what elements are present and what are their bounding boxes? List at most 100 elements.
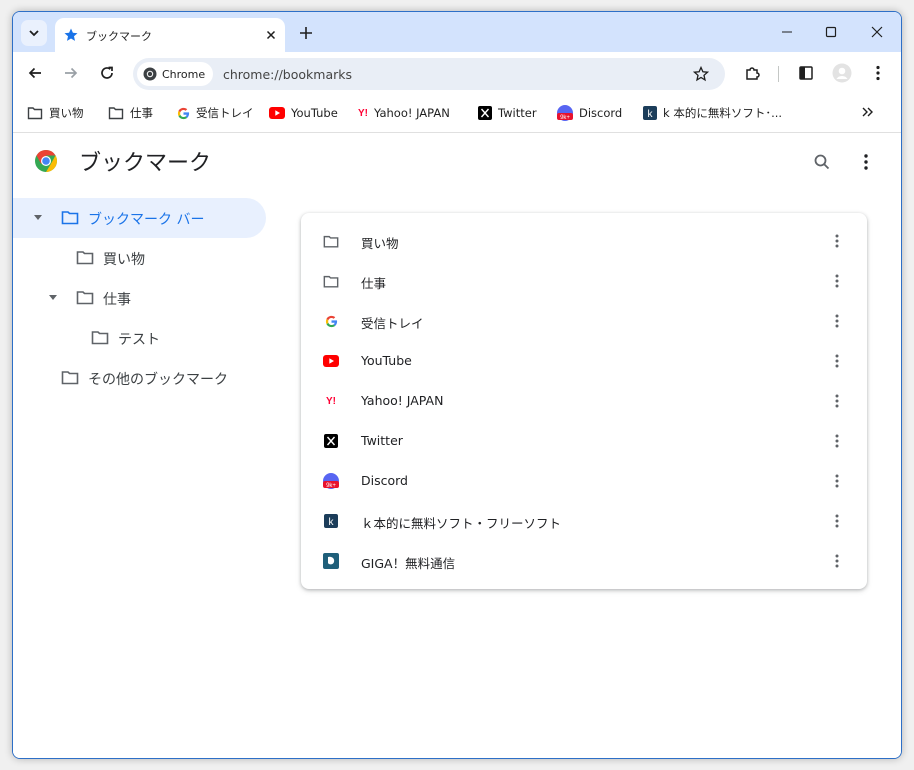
bookmarks-bar-label: 買い物 (49, 106, 84, 120)
bookmark-star-icon[interactable] (693, 66, 709, 82)
yahoo-icon: Y! (326, 395, 336, 407)
folder-open-icon (61, 210, 79, 225)
google-icon (323, 313, 339, 329)
bookmarks-bar-item[interactable]: Y! Yahoo! JAPAN (358, 104, 450, 122)
more-vert-icon[interactable] (831, 393, 843, 409)
more-vert-icon[interactable] (831, 513, 843, 529)
omnibox[interactable]: Chrome chrome://bookmarks (133, 58, 725, 90)
tree-item-label: 仕事 (103, 292, 131, 308)
list-item[interactable]: 仕事 (301, 261, 867, 301)
folder-icon (108, 106, 124, 120)
folder-icon (323, 273, 339, 289)
list-item-label: 仕事 (361, 276, 387, 291)
list-item-label: YouTube (361, 353, 412, 368)
x-icon (478, 106, 492, 120)
more-vert-icon[interactable] (831, 273, 843, 289)
bookmark-list: 買い物 仕事 受信トレイ YouTube Y! Yahoo! JAPAN Twi… (301, 213, 867, 589)
bookmarks-bar-item[interactable]: 買い物 (27, 104, 84, 122)
bookmarks-bar-label: k 本的に無料ソフト･... (663, 106, 783, 120)
more-vert-icon[interactable] (831, 353, 843, 369)
list-item[interactable]: YouTube (301, 341, 867, 381)
close-tab-icon[interactable] (263, 27, 279, 43)
tree-item-test[interactable]: テスト (13, 318, 266, 358)
tree-item-label: テスト (118, 332, 160, 348)
tab-title: ブックマーク (86, 30, 152, 43)
side-panel-icon[interactable] (795, 62, 817, 84)
folder-icon (76, 290, 94, 305)
list-item-label: ｋ本的に無料ソフト・フリーソフト (361, 516, 562, 531)
list-item-label: 受信トレイ (361, 316, 424, 331)
bookmarks-bar-item[interactable]: k k 本的に無料ソフト･... (643, 104, 782, 122)
forward-icon[interactable] (60, 62, 82, 84)
list-item[interactable]: 9k+ Discord (301, 461, 867, 501)
bookmarks-bar-label: 仕事 (130, 106, 153, 120)
more-vert-icon[interactable] (831, 473, 843, 489)
site-chip-label: Chrome (162, 67, 206, 81)
more-vert-icon[interactable] (831, 233, 843, 249)
k-icon: k (323, 513, 339, 529)
site-chip[interactable]: Chrome (137, 62, 214, 86)
list-item-label: GIGA！無料通信 (361, 556, 456, 571)
back-icon[interactable] (24, 62, 46, 84)
bookmarks-bar: 買い物 仕事 受信トレイ YouTube Y! Yahoo! JAPAN Twi… (13, 94, 901, 133)
tab-bookmarks[interactable]: ブックマーク (55, 18, 285, 52)
new-tab-icon[interactable] (297, 24, 315, 42)
reload-icon[interactable] (96, 62, 118, 84)
tab-search-button[interactable] (21, 20, 47, 46)
list-item[interactable]: Twitter (301, 421, 867, 461)
bookmarks-bar-item[interactable]: 仕事 (108, 104, 153, 122)
k-icon: k (643, 106, 657, 120)
list-item[interactable]: Y! Yahoo! JAPAN (301, 381, 867, 421)
browser-window: ブックマーク Chrome chrome://bookmarks 買い物 仕事 … (12, 11, 902, 759)
menu-more-icon[interactable] (867, 62, 889, 84)
x-icon (323, 433, 339, 449)
tree-item-other-bookmarks[interactable]: その他のブックマーク (13, 358, 266, 398)
discord-icon: 9k+ (557, 105, 573, 121)
bookmarks-bar-item[interactable]: Twitter (478, 104, 537, 122)
list-item[interactable]: k ｋ本的に無料ソフト・フリーソフト (301, 501, 867, 541)
star-icon (63, 27, 79, 43)
tab-strip: ブックマーク (13, 12, 901, 52)
discord-icon: 9k+ (323, 473, 339, 489)
list-item-label: Discord (361, 473, 408, 488)
list-item[interactable]: GIGA！無料通信 (301, 541, 867, 581)
folder-icon (323, 233, 339, 249)
bookmarks-bar-item[interactable]: 9k+ Discord (557, 104, 622, 122)
bookmarks-bar-label: Twitter (498, 106, 537, 120)
search-icon[interactable] (813, 153, 831, 171)
bookmarks-bar-item[interactable]: 受信トレイ (177, 104, 254, 122)
bookmarks-page: ブックマーク ブックマーク バー 買い物 仕事 テスト その他のブックマーク 買… (13, 133, 901, 758)
extensions-icon[interactable] (742, 62, 764, 84)
tree-item-work[interactable]: 仕事 (13, 278, 266, 318)
giga-icon (323, 553, 339, 569)
chevron-overflow-icon[interactable] (861, 106, 875, 118)
caret-down-icon[interactable] (33, 214, 43, 222)
chrome-logo-icon (34, 149, 58, 173)
caret-down-icon[interactable] (48, 294, 58, 302)
toolbar: Chrome chrome://bookmarks (13, 52, 901, 94)
more-vert-icon[interactable] (831, 433, 843, 449)
svg-text:9k+: 9k+ (560, 115, 570, 121)
more-vert-icon[interactable] (831, 313, 843, 329)
more-vert-icon[interactable] (831, 553, 843, 569)
page-title: ブックマーク (79, 151, 212, 176)
profile-avatar-icon[interactable] (831, 62, 853, 84)
bookmarks-bar-label: 受信トレイ (196, 106, 254, 120)
tree-item-label: その他のブックマーク (88, 372, 228, 388)
bookmarks-bar-item[interactable]: YouTube (269, 104, 338, 122)
list-item[interactable]: 受信トレイ (301, 301, 867, 341)
url-text[interactable]: chrome://bookmarks (223, 67, 352, 82)
more-vert-icon[interactable] (859, 153, 873, 171)
list-item[interactable]: 買い物 (301, 221, 867, 261)
tree-item-label: ブックマーク バー (88, 212, 205, 228)
tree-item-shopping[interactable]: 買い物 (13, 238, 266, 278)
minimize-icon[interactable] (777, 22, 797, 42)
tree-item-bookmarks-bar[interactable]: ブックマーク バー (13, 198, 266, 238)
folder-icon (76, 250, 94, 265)
list-item-label: Yahoo! JAPAN (361, 393, 444, 408)
yahoo-icon: Y! (358, 107, 368, 119)
chrome-icon (143, 67, 157, 81)
maximize-icon[interactable] (821, 22, 841, 42)
close-window-icon[interactable] (867, 22, 887, 42)
tree-item-label: 買い物 (103, 252, 145, 268)
